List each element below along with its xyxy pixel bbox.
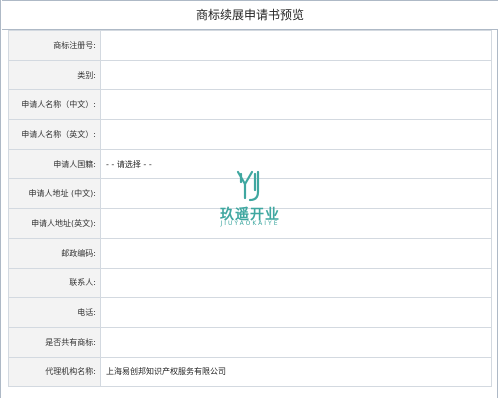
field-label: 联系人: <box>8 267 101 299</box>
page-title: 商标续展申请书预览 <box>2 0 498 30</box>
field-label: 电话: <box>8 297 101 328</box>
applicant-name-cn-value <box>100 89 492 121</box>
form-row-applicant-name-cn: 申请人名称（中文）: <box>8 89 492 121</box>
field-label: 邮政编码: <box>8 237 101 269</box>
address-en-value <box>100 208 492 239</box>
phone-value <box>100 297 492 328</box>
field-label: 申请人国籍: <box>8 148 101 180</box>
application-form-table: 商标注册号: 类别: 申请人名称（中文）: 申请人名称（英文）: 申请人国籍: … <box>8 30 492 388</box>
applicant-name-en-value <box>100 119 492 150</box>
form-row-agency-name: 代理机构名称: 上海易创邦知识产权服务有限公司 <box>8 356 492 388</box>
field-label: 商标注册号: <box>8 30 101 61</box>
form-row-registration-number: 商标注册号: <box>8 30 492 61</box>
field-label: 类别: <box>8 59 101 91</box>
field-label: 是否共有商标: <box>8 326 101 358</box>
field-label: 申请人名称（中文）: <box>8 89 101 121</box>
form-row-phone: 电话: <box>8 297 492 328</box>
form-row-shared-trademark: 是否共有商标: <box>8 326 492 358</box>
address-cn-value <box>100 178 492 210</box>
form-row-applicant-name-en: 申请人名称（英文）: <box>8 119 492 150</box>
form-row-postcode: 邮政编码: <box>8 237 492 269</box>
registration-number-value <box>100 30 492 61</box>
postcode-value <box>100 237 492 269</box>
form-row-class: 类别: <box>8 59 492 91</box>
nationality-value: - - 请选择 - - <box>100 148 492 180</box>
form-row-address-cn: 申请人地址 (中文): <box>8 178 492 210</box>
agency-name-value: 上海易创邦知识产权服务有限公司 <box>100 356 492 388</box>
field-label: 代理机构名称: <box>8 356 101 388</box>
form-row-nationality: 申请人国籍: - - 请选择 - - <box>8 148 492 180</box>
contact-value <box>100 267 492 299</box>
form-row-address-en: 申请人地址(英文): <box>8 208 492 239</box>
field-label: 申请人名称（英文）: <box>8 119 101 150</box>
class-value <box>100 59 492 91</box>
shared-trademark-value <box>100 326 492 358</box>
field-label: 申请人地址(英文): <box>8 208 101 239</box>
form-row-contact: 联系人: <box>8 267 492 299</box>
field-label: 申请人地址 (中文): <box>8 178 101 210</box>
